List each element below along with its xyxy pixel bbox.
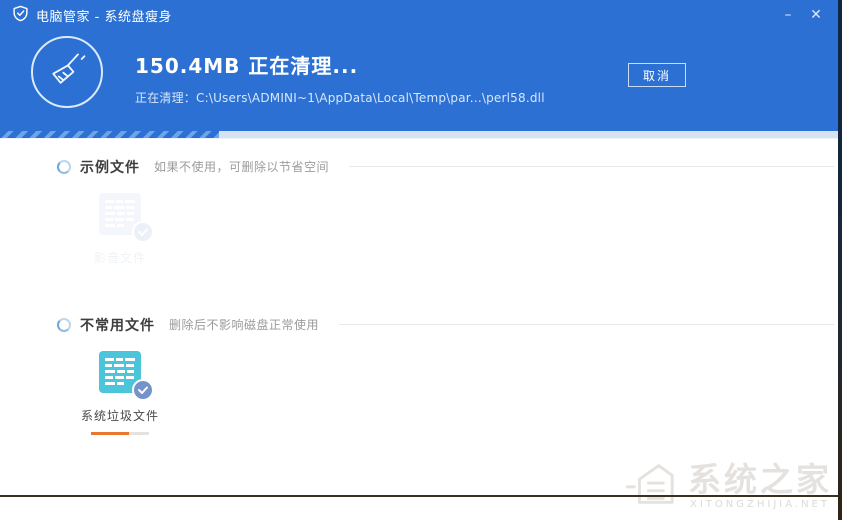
section-unused-files-header: 不常用文件 删除后不影响磁盘正常使用 xyxy=(57,316,842,333)
header-progress-bar xyxy=(0,131,842,139)
clean-size-title: 150.4MB 正在清理... xyxy=(135,50,545,79)
list-item-system-junk[interactable]: 系统垃圾文件 xyxy=(76,350,164,435)
broom-icon xyxy=(45,48,89,96)
shield-logo-icon xyxy=(12,5,29,26)
scan-spinner-icon xyxy=(57,318,71,332)
close-button[interactable]: ✕ xyxy=(802,4,830,26)
header-progress-bar-fill xyxy=(0,131,219,138)
app-window: 电脑管家 - 系统盘瘦身 – ✕ 150.4MB 正在清理... 正在清理：C:… xyxy=(0,0,842,520)
list-item-media-files[interactable]: 影音文件 xyxy=(76,192,164,266)
content-area: 示例文件 如果不使用，可删除以节省空间 xyxy=(0,139,842,435)
screenshot-bottom-edge xyxy=(0,495,838,497)
screenshot-right-edge xyxy=(838,0,842,520)
section-sample-files-header: 示例文件 如果不使用，可删除以节省空间 xyxy=(57,158,842,175)
cleaning-path-status: 正在清理：C:\Users\ADMINI~1\AppData\Local\Tem… xyxy=(135,89,545,106)
item-label: 影音文件 xyxy=(76,249,164,266)
scan-spinner-icon xyxy=(57,160,71,174)
check-badge-icon xyxy=(132,221,154,243)
section-subtitle: 删除后不影响磁盘正常使用 xyxy=(169,316,319,333)
house-logo-icon xyxy=(622,458,680,514)
minimize-button[interactable]: – xyxy=(774,4,802,26)
watermark-title: 系统之家 xyxy=(688,462,832,498)
broom-circle xyxy=(31,36,103,108)
section-divider xyxy=(349,166,834,167)
watermark-subtitle: XITONGZHIJIA.NET xyxy=(688,499,832,510)
check-badge-icon xyxy=(132,379,154,401)
cancel-button[interactable]: 取消 xyxy=(628,63,686,87)
item-progress-track xyxy=(91,432,149,435)
section-title: 示例文件 xyxy=(80,157,140,177)
clean-progress-header: 150.4MB 正在清理... 正在清理：C:\Users\ADMINI~1\A… xyxy=(0,30,842,131)
section-divider xyxy=(339,324,834,325)
section-subtitle: 如果不使用，可删除以节省空间 xyxy=(154,158,329,175)
section-title: 不常用文件 xyxy=(80,315,155,335)
titlebar[interactable]: 电脑管家 - 系统盘瘦身 – ✕ xyxy=(0,0,842,30)
window-title: 电脑管家 - 系统盘瘦身 xyxy=(36,6,172,25)
item-progress-fill xyxy=(91,432,129,435)
watermark: 系统之家 XITONGZHIJIA.NET xyxy=(622,458,832,514)
item-label: 系统垃圾文件 xyxy=(76,407,164,424)
